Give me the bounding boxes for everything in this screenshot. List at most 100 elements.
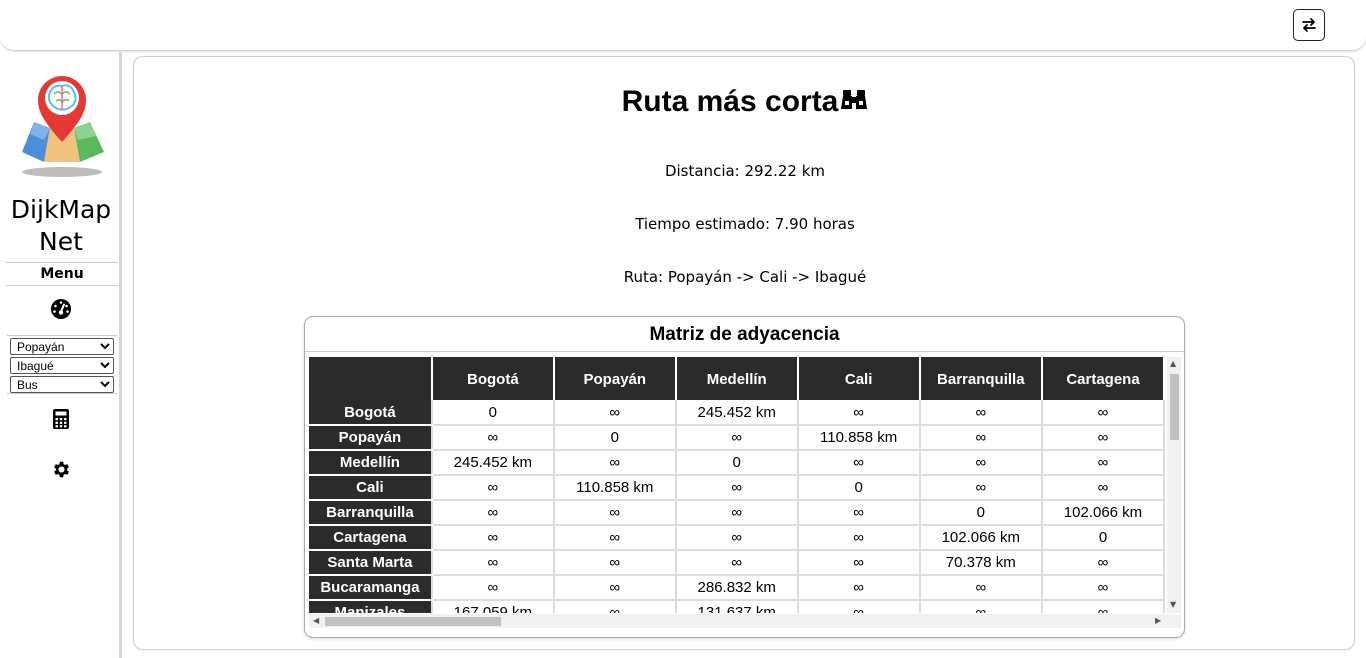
matrix-cell: ∞ xyxy=(430,425,555,451)
matrix-cell: 0 xyxy=(918,500,1043,526)
scroll-right-arrow-icon[interactable]: ▶ xyxy=(1155,616,1161,626)
matrix-cell: ∞ xyxy=(1040,400,1165,426)
matrix-cell: 0 xyxy=(674,450,799,476)
row-header: Bogotá xyxy=(309,400,432,426)
table-row: Popayán ∞ 0 ∞ 110.858 km ∞ ∞ xyxy=(309,425,1165,451)
distance-text: Distancia: 292.22 km xyxy=(664,162,826,180)
matrix-cell: ∞ xyxy=(430,475,555,501)
scroll-down-arrow-icon[interactable]: ▼ xyxy=(1170,600,1176,610)
matrix-cell: ∞ xyxy=(674,500,799,526)
matrix-cell: ∞ xyxy=(918,450,1043,476)
menu-label: Menu xyxy=(6,262,118,286)
page-title-text: Ruta más corta xyxy=(621,85,839,118)
column-header: Medellín xyxy=(675,357,799,400)
matrix-cell: ∞ xyxy=(552,550,677,576)
adjacency-table: Bogotá Popayán Medellín Cali Barranquill… xyxy=(309,357,1165,613)
matrix-cell: ∞ xyxy=(552,600,677,613)
swap-button[interactable] xyxy=(1293,9,1325,41)
route-text: Ruta: Popayán -> Cali -> Ibagué xyxy=(623,268,867,286)
matrix-cell: ∞ xyxy=(918,600,1043,613)
matrix-cell: ∞ xyxy=(552,400,677,426)
matrix-title: Matriz de adyacencia xyxy=(305,317,1184,352)
calculator-icon[interactable] xyxy=(49,407,73,431)
page-title: Ruta más corta xyxy=(134,85,1356,119)
table-header-row: Bogotá Popayán Medellín Cali Barranquill… xyxy=(309,357,1165,400)
matrix-cell: ∞ xyxy=(552,500,677,526)
matrix-cell: 102.066 km xyxy=(1040,500,1165,526)
matrix-scroll-area[interactable]: Bogotá Popayán Medellín Cali Barranquill… xyxy=(309,357,1165,613)
row-header: Popayán xyxy=(309,425,432,451)
matrix-cell: ∞ xyxy=(796,575,921,601)
column-header: Barranquilla xyxy=(919,357,1043,400)
scroll-left-arrow-icon[interactable]: ◀ xyxy=(313,616,319,626)
matrix-cell: ∞ xyxy=(552,525,677,551)
matrix-cell: ∞ xyxy=(796,550,921,576)
brand-name: DijkMap Net xyxy=(10,195,112,256)
scroll-up-arrow-icon[interactable]: ▲ xyxy=(1170,359,1176,369)
row-header: Manizales xyxy=(309,600,432,613)
column-header: Popayán xyxy=(553,357,677,400)
gear-icon[interactable] xyxy=(49,457,73,481)
binoculars-icon xyxy=(841,90,868,109)
vertical-scroll-thumb[interactable] xyxy=(1170,374,1179,440)
main-panel: Ruta más corta Distancia: 292.22 km Tiem… xyxy=(133,56,1355,650)
matrix-cell: ∞ xyxy=(430,525,555,551)
matrix-cell: 245.452 km xyxy=(674,400,799,426)
vertical-scrollbar[interactable]: ▲ ▼ xyxy=(1167,357,1181,613)
row-header: Medellín xyxy=(309,450,432,476)
matrix-cell: ∞ xyxy=(796,400,921,426)
matrix-cell: 167.059 km xyxy=(430,600,555,613)
matrix-cell: ∞ xyxy=(918,425,1043,451)
matrix-cell: ∞ xyxy=(796,500,921,526)
matrix-cell: ∞ xyxy=(1040,475,1165,501)
matrix-cell: ∞ xyxy=(430,575,555,601)
matrix-cell: ∞ xyxy=(552,450,677,476)
matrix-cell: 102.066 km xyxy=(918,525,1043,551)
route-selectors: Popayán Ibagué Bus xyxy=(7,335,117,394)
table-row: Cartagena ∞ ∞ ∞ ∞ 102.066 km 0 xyxy=(309,525,1165,551)
corner-cell xyxy=(309,357,433,400)
table-row: Santa Marta ∞ ∞ ∞ ∞ 70.378 km ∞ xyxy=(309,550,1165,576)
row-header: Bucaramanga xyxy=(309,575,432,601)
matrix-cell: 286.832 km xyxy=(674,575,799,601)
matrix-cell: ∞ xyxy=(430,550,555,576)
matrix-cell: 0 xyxy=(430,400,555,426)
row-header: Santa Marta xyxy=(309,550,432,576)
origin-select[interactable]: Popayán xyxy=(10,338,114,355)
row-header: Barranquilla xyxy=(309,500,432,526)
matrix-cell: ∞ xyxy=(1040,600,1165,613)
matrix-cell: ∞ xyxy=(430,500,555,526)
matrix-cell: ∞ xyxy=(674,525,799,551)
matrix-cell: ∞ xyxy=(674,425,799,451)
swap-arrows-icon xyxy=(1302,18,1316,32)
matrix-cell: ∞ xyxy=(1040,450,1165,476)
matrix-cell: 131.637 km xyxy=(674,600,799,613)
matrix-cell: ∞ xyxy=(1040,550,1165,576)
row-header: Cali xyxy=(309,475,432,501)
matrix-cell: ∞ xyxy=(918,400,1043,426)
destination-select[interactable]: Ibagué xyxy=(10,357,114,374)
horizontal-scrollbar[interactable]: ◀ ▶ xyxy=(309,614,1181,628)
matrix-cell: ∞ xyxy=(552,575,677,601)
table-row: Cali ∞ 110.858 km ∞ 0 ∞ ∞ xyxy=(309,475,1165,501)
table-row: Bogotá 0 ∞ 245.452 km ∞ ∞ ∞ xyxy=(309,400,1165,426)
matrix-cell: ∞ xyxy=(674,550,799,576)
table-row: Manizales 167.059 km ∞ 131.637 km ∞ ∞ ∞ xyxy=(309,600,1165,613)
matrix-cell: 245.452 km xyxy=(430,450,555,476)
matrix-cell: ∞ xyxy=(796,600,921,613)
matrix-cell: 0 xyxy=(552,425,677,451)
matrix-cell: ∞ xyxy=(918,575,1043,601)
column-header: Cali xyxy=(797,357,921,400)
matrix-cell: ∞ xyxy=(1040,575,1165,601)
matrix-cell: 110.858 km xyxy=(796,425,921,451)
matrix-cell: ∞ xyxy=(918,475,1043,501)
transport-select[interactable]: Bus xyxy=(10,376,114,393)
horizontal-scroll-thumb[interactable] xyxy=(325,617,501,626)
estimated-time-text: Tiempo estimado: 7.90 horas xyxy=(635,215,855,233)
dashboard-gauge-icon[interactable] xyxy=(49,297,73,321)
matrix-cell: ∞ xyxy=(1040,425,1165,451)
matrix-cell: 0 xyxy=(796,475,921,501)
matrix-cell: 70.378 km xyxy=(918,550,1043,576)
table-row: Barranquilla ∞ ∞ ∞ ∞ 0 102.066 km xyxy=(309,500,1165,526)
table-row: Bucaramanga ∞ ∞ 286.832 km ∞ ∞ ∞ xyxy=(309,575,1165,601)
